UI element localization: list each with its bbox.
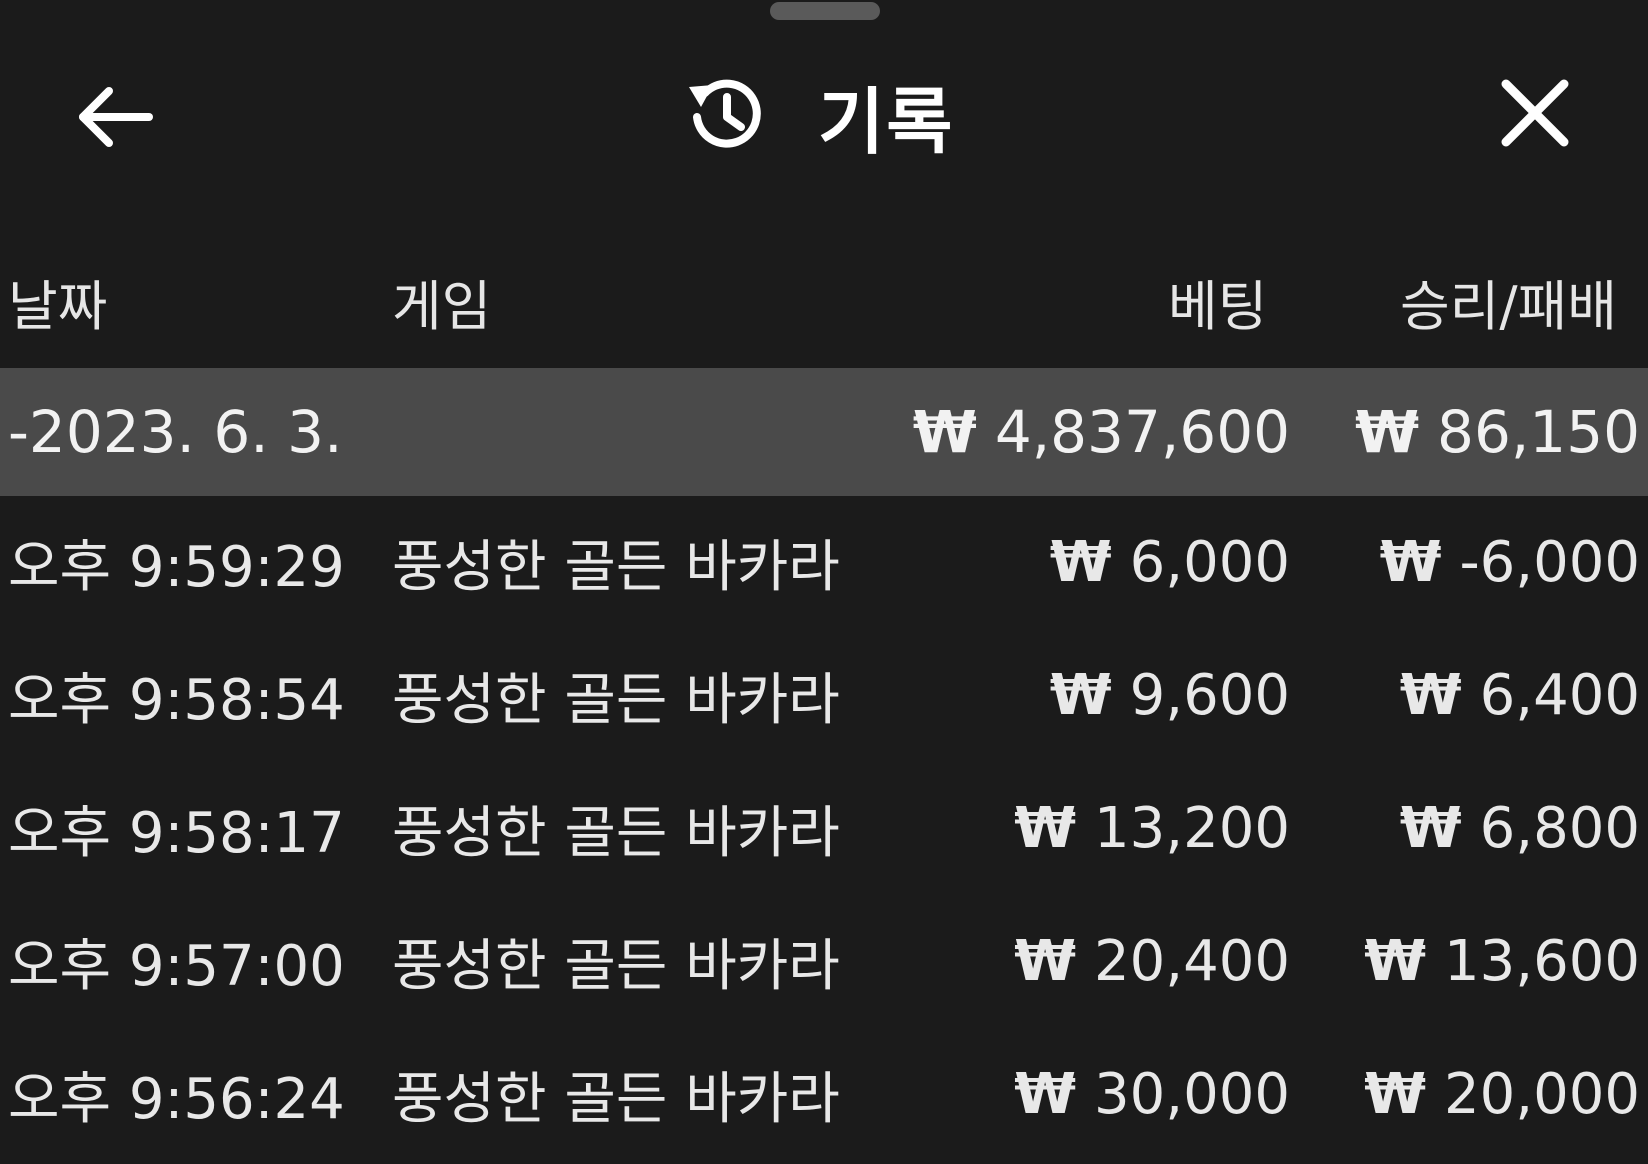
row-game: 풍성한 골든 바카라 xyxy=(392,934,840,999)
title-group: 기록 xyxy=(680,60,954,170)
row-bet: ₩ 6,000 xyxy=(880,496,1290,629)
row-win-loss: ₩ -6,000 xyxy=(1300,496,1640,629)
currency-symbol: ₩ xyxy=(1014,929,1077,994)
summary-bet-value: 4,837,600 xyxy=(994,398,1290,466)
row-game: 풍성한 골든 바카라 xyxy=(392,1067,840,1132)
table-row[interactable]: 오후 9:57:00 풍성한 골든 바카라 ₩ 20,400 ₩ 13,600 xyxy=(0,895,1648,1028)
summary-bet: ₩ 4,837,600 xyxy=(880,368,1290,496)
date-summary-row[interactable]: -2023. 6. 3. ₩ 4,837,600 ₩ 86,150 xyxy=(0,368,1648,496)
column-header-win-loss: 승리/패배 xyxy=(1400,275,1617,338)
column-header-game: 게임 xyxy=(392,275,492,338)
table-row[interactable]: 오후 9:58:17 풍성한 골든 바카라 ₩ 13,200 ₩ 6,800 xyxy=(0,762,1648,895)
row-time: 오후 9:58:17 xyxy=(8,801,345,866)
currency-symbol: ₩ xyxy=(1355,398,1420,466)
table-row[interactable]: 오후 9:56:24 풍성한 골든 바카라 ₩ 30,000 ₩ 20,000 xyxy=(0,1028,1648,1161)
row-win-loss-value: 6,400 xyxy=(1479,663,1640,728)
table-row[interactable]: 오후 9:59:29 풍성한 골든 바카라 ₩ 6,000 ₩ -6,000 xyxy=(0,496,1648,629)
row-time: 오후 9:56:24 xyxy=(8,1067,345,1132)
row-bet: ₩ 30,000 xyxy=(880,1028,1290,1161)
header: 기록 xyxy=(0,40,1648,180)
row-win-loss-value: 6,800 xyxy=(1479,796,1640,861)
row-time: 오후 9:57:00 xyxy=(8,934,345,999)
summary-win-loss: ₩ 86,150 xyxy=(1300,368,1640,496)
column-header-date: 날짜 xyxy=(8,275,108,338)
row-win-loss: ₩ 13,600 xyxy=(1300,895,1640,1028)
row-win-loss: ₩ 20,000 xyxy=(1300,1028,1640,1161)
currency-symbol: ₩ xyxy=(1364,929,1427,994)
currency-symbol: ₩ xyxy=(1014,1062,1077,1127)
row-bet-value: 20,400 xyxy=(1094,929,1290,994)
page-title: 기록 xyxy=(818,79,955,164)
row-game: 풍성한 골든 바카라 xyxy=(392,535,840,600)
row-bet-value: 9,600 xyxy=(1129,663,1290,728)
history-icon xyxy=(680,70,770,160)
row-win-loss-value: -6,000 xyxy=(1459,530,1640,595)
row-bet-value: 6,000 xyxy=(1129,530,1290,595)
currency-symbol: ₩ xyxy=(1014,796,1077,861)
currency-symbol: ₩ xyxy=(1399,796,1462,861)
row-bet-value: 13,200 xyxy=(1094,796,1290,861)
row-win-loss-value: 20,000 xyxy=(1444,1062,1640,1127)
history-table: -2023. 6. 3. ₩ 4,837,600 ₩ 86,150 오후 9:5… xyxy=(0,368,1648,1161)
row-time: 오후 9:59:29 xyxy=(8,535,345,600)
table-row[interactable]: 오후 9:58:54 풍성한 골든 바카라 ₩ 9,600 ₩ 6,400 xyxy=(0,629,1648,762)
row-game: 풍성한 골든 바카라 xyxy=(392,668,840,733)
row-bet: ₩ 20,400 xyxy=(880,895,1290,1028)
currency-symbol: ₩ xyxy=(1379,530,1442,595)
drag-handle[interactable] xyxy=(770,2,880,20)
currency-symbol: ₩ xyxy=(912,398,977,466)
close-icon xyxy=(1500,78,1570,152)
row-win-loss: ₩ 6,400 xyxy=(1300,629,1640,762)
arrow-left-icon xyxy=(77,87,153,151)
currency-symbol: ₩ xyxy=(1049,663,1112,728)
row-win-loss: ₩ 6,800 xyxy=(1300,762,1640,895)
row-bet: ₩ 13,200 xyxy=(880,762,1290,895)
currency-symbol: ₩ xyxy=(1399,663,1462,728)
close-button[interactable] xyxy=(1490,70,1580,160)
currency-symbol: ₩ xyxy=(1364,1062,1427,1127)
row-win-loss-value: 13,600 xyxy=(1444,929,1640,994)
back-button[interactable] xyxy=(70,74,160,164)
summary-win-loss-value: 86,150 xyxy=(1437,398,1640,466)
column-header-bet: 베팅 xyxy=(1168,275,1268,338)
currency-symbol: ₩ xyxy=(1049,530,1112,595)
row-game: 풍성한 골든 바카라 xyxy=(392,801,840,866)
row-bet-value: 30,000 xyxy=(1094,1062,1290,1127)
row-time: 오후 9:58:54 xyxy=(8,668,345,733)
row-bet: ₩ 9,600 xyxy=(880,629,1290,762)
summary-date: -2023. 6. 3. xyxy=(8,398,343,466)
